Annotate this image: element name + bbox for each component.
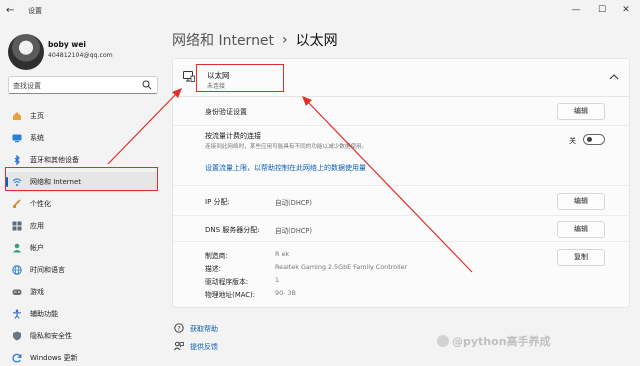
- svg-text:?: ?: [177, 324, 180, 332]
- get-help-link[interactable]: 获取帮助: [190, 324, 218, 334]
- sidebar-item-label: 蓝牙和其他设备: [30, 156, 79, 164]
- sidebar-item-label: 时间和语言: [30, 266, 65, 274]
- ethernet-card: 以太网 未连接 身份验证设置 编辑 按流量计费的连接 连接到此网络时，某些应用可…: [172, 58, 630, 308]
- sidebar-item-privacy[interactable]: 隐私和安全性: [6, 326, 158, 346]
- metered-toggle[interactable]: [583, 134, 605, 145]
- ethernet-header[interactable]: 以太网 未连接: [173, 59, 629, 97]
- ip-assignment-label: IP 分配:: [205, 198, 230, 206]
- bluetooth-icon: [14, 155, 20, 165]
- apps-icon: [12, 221, 22, 231]
- update-icon: [12, 353, 22, 363]
- search-input[interactable]: 查找设置: [8, 76, 158, 94]
- breadcrumb-parent[interactable]: 网络和 Internet: [172, 30, 274, 50]
- sidebar-item-label: 主页: [30, 112, 44, 120]
- app-title: 设置: [28, 7, 42, 15]
- sidebar-item-personalization[interactable]: 个性化: [6, 194, 158, 214]
- sidebar-item-system[interactable]: 系统: [6, 128, 158, 148]
- chevron-up-icon[interactable]: [609, 73, 619, 81]
- sidebar: boby wei 404812104@qq.com 查找设置 主页 系统 蓝牙和…: [0, 22, 162, 366]
- sidebar-item-label: 应用: [30, 222, 44, 230]
- divider: [173, 125, 629, 126]
- help-icon: ?: [174, 323, 184, 333]
- breadcrumb-separator: ›: [282, 32, 288, 48]
- wifi-icon: [12, 178, 22, 187]
- sidebar-item-time-language[interactable]: 时间和语言: [6, 260, 158, 280]
- copy-button[interactable]: 复制: [557, 249, 605, 266]
- metered-label: 按流量计费的连接: [205, 132, 261, 140]
- mac-address-label: 物理地址(MAC):: [205, 291, 255, 299]
- shield-icon: [13, 331, 21, 341]
- metered-state: 关: [569, 137, 576, 145]
- gamepad-icon: [12, 289, 22, 295]
- dns-assignment-label: DNS 服务器分配:: [205, 226, 260, 234]
- sidebar-item-label: 游戏: [30, 288, 44, 296]
- sidebar-item-label: 系统: [30, 134, 44, 142]
- auth-edit-button[interactable]: 编辑: [557, 103, 605, 120]
- sidebar-item-accessibility[interactable]: 辅助功能: [6, 304, 158, 324]
- sidebar-item-home[interactable]: 主页: [6, 106, 158, 126]
- sidebar-item-label: 隐私和安全性: [30, 332, 72, 340]
- description-label: 描述:: [205, 265, 221, 273]
- user-email: 404812104@qq.com: [48, 52, 113, 59]
- sidebar-item-label: Windows 更新: [30, 354, 78, 362]
- sidebar-item-network[interactable]: 网络和 Internet: [6, 172, 158, 192]
- system-icon: [12, 134, 22, 143]
- close-button[interactable]: ✕: [618, 3, 634, 17]
- dns-assignment-value: 自动(DHCP): [275, 227, 312, 235]
- sidebar-item-apps[interactable]: 应用: [6, 216, 158, 236]
- search-icon: [142, 80, 152, 90]
- manufacturer-value: R ek: [275, 250, 290, 258]
- feedback-icon: [174, 341, 184, 351]
- sidebar-item-gaming[interactable]: 游戏: [6, 282, 158, 302]
- toggle-knob: [587, 137, 592, 142]
- divider: [173, 241, 629, 242]
- monitor-icon: [183, 71, 195, 82]
- sidebar-item-bluetooth[interactable]: 蓝牙和其他设备: [6, 150, 158, 170]
- back-arrow-icon[interactable]: ←: [6, 5, 18, 17]
- sidebar-item-accounts[interactable]: 帐户: [6, 238, 158, 258]
- metered-description: 连接到此网络时，某些应用可能具有不同的功能以减少数据使用。: [205, 144, 368, 150]
- breadcrumb: 网络和 Internet › 以太网: [172, 30, 338, 50]
- feedback-link[interactable]: 提供反馈: [190, 342, 218, 352]
- user-profile[interactable]: boby wei 404812104@qq.com: [8, 34, 158, 70]
- ethernet-status: 未连接: [207, 83, 226, 90]
- active-indicator: [6, 177, 8, 187]
- sidebar-item-label: 辅助功能: [30, 310, 58, 318]
- ip-assignment-value: 自动(DHCP): [275, 199, 312, 207]
- mac-address-value: 90- 3B: [275, 289, 296, 297]
- manufacturer-label: 制造商:: [205, 252, 228, 260]
- title-bar: ← 设置 — ☐ ✕: [0, 0, 640, 22]
- sidebar-item-windows-update[interactable]: Windows 更新: [6, 348, 158, 366]
- data-limit-link[interactable]: 设置流量上限，以帮助控制在此网络上的数据使用量: [205, 163, 366, 173]
- minimize-button[interactable]: —: [568, 3, 584, 17]
- ethernet-name: 以太网: [207, 71, 230, 80]
- sidebar-item-label: 帐户: [30, 244, 44, 252]
- page-title: 以太网: [295, 33, 338, 49]
- sidebar-item-label: 网络和 Internet: [30, 178, 82, 186]
- brush-icon: [12, 199, 21, 209]
- account-icon: [12, 243, 22, 253]
- accessibility-icon: [13, 309, 21, 319]
- divider: [173, 185, 629, 186]
- divider: [173, 215, 629, 216]
- avatar: [8, 34, 44, 70]
- ip-edit-button[interactable]: 编辑: [557, 193, 605, 210]
- watermark: @python高手养成: [452, 335, 551, 348]
- auth-settings-label: 身份验证设置: [205, 108, 247, 116]
- sidebar-item-label: 个性化: [30, 200, 51, 208]
- user-name: boby wei: [48, 40, 86, 49]
- dns-edit-button[interactable]: 编辑: [557, 221, 605, 238]
- globe-icon: [12, 265, 22, 275]
- watermark-logo: [437, 335, 449, 347]
- home-icon: [13, 112, 21, 120]
- driver-version-label: 驱动程序版本:: [205, 278, 249, 286]
- maximize-button[interactable]: ☐: [594, 3, 610, 17]
- description-value: Realtek Gaming 2.5GbE Family Controller: [275, 263, 408, 271]
- driver-version-value: 1: [275, 276, 280, 284]
- search-placeholder: 查找设置: [13, 82, 41, 90]
